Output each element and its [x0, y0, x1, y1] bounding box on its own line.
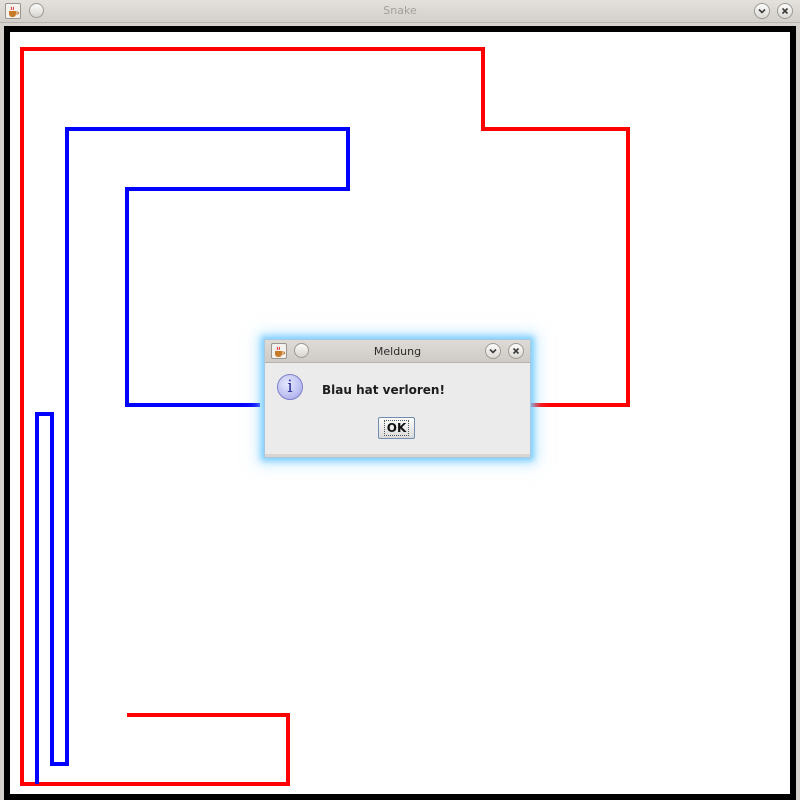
chevron-down-icon: [758, 8, 766, 14]
close-icon: [781, 7, 789, 15]
window-titlebar: Snake: [0, 0, 800, 23]
info-icon: i: [277, 374, 303, 400]
ok-button[interactable]: OK: [378, 417, 415, 439]
ok-button-label: OK: [383, 420, 410, 436]
window-title: Snake: [383, 4, 417, 17]
chevron-down-icon: [489, 348, 497, 354]
dialog-minimize-button[interactable]: [485, 343, 501, 359]
message-dialog: Meldung i Blau hat verloren! OK: [264, 339, 531, 458]
dialog-bottom-edge: [265, 454, 530, 457]
close-icon: [512, 347, 520, 355]
minimize-button[interactable]: [754, 3, 770, 19]
close-button[interactable]: [777, 3, 793, 19]
dialog-message: Blau hat verloren!: [322, 383, 445, 397]
dialog-titlebar: Meldung: [265, 340, 530, 363]
dialog-close-button[interactable]: [508, 343, 524, 359]
